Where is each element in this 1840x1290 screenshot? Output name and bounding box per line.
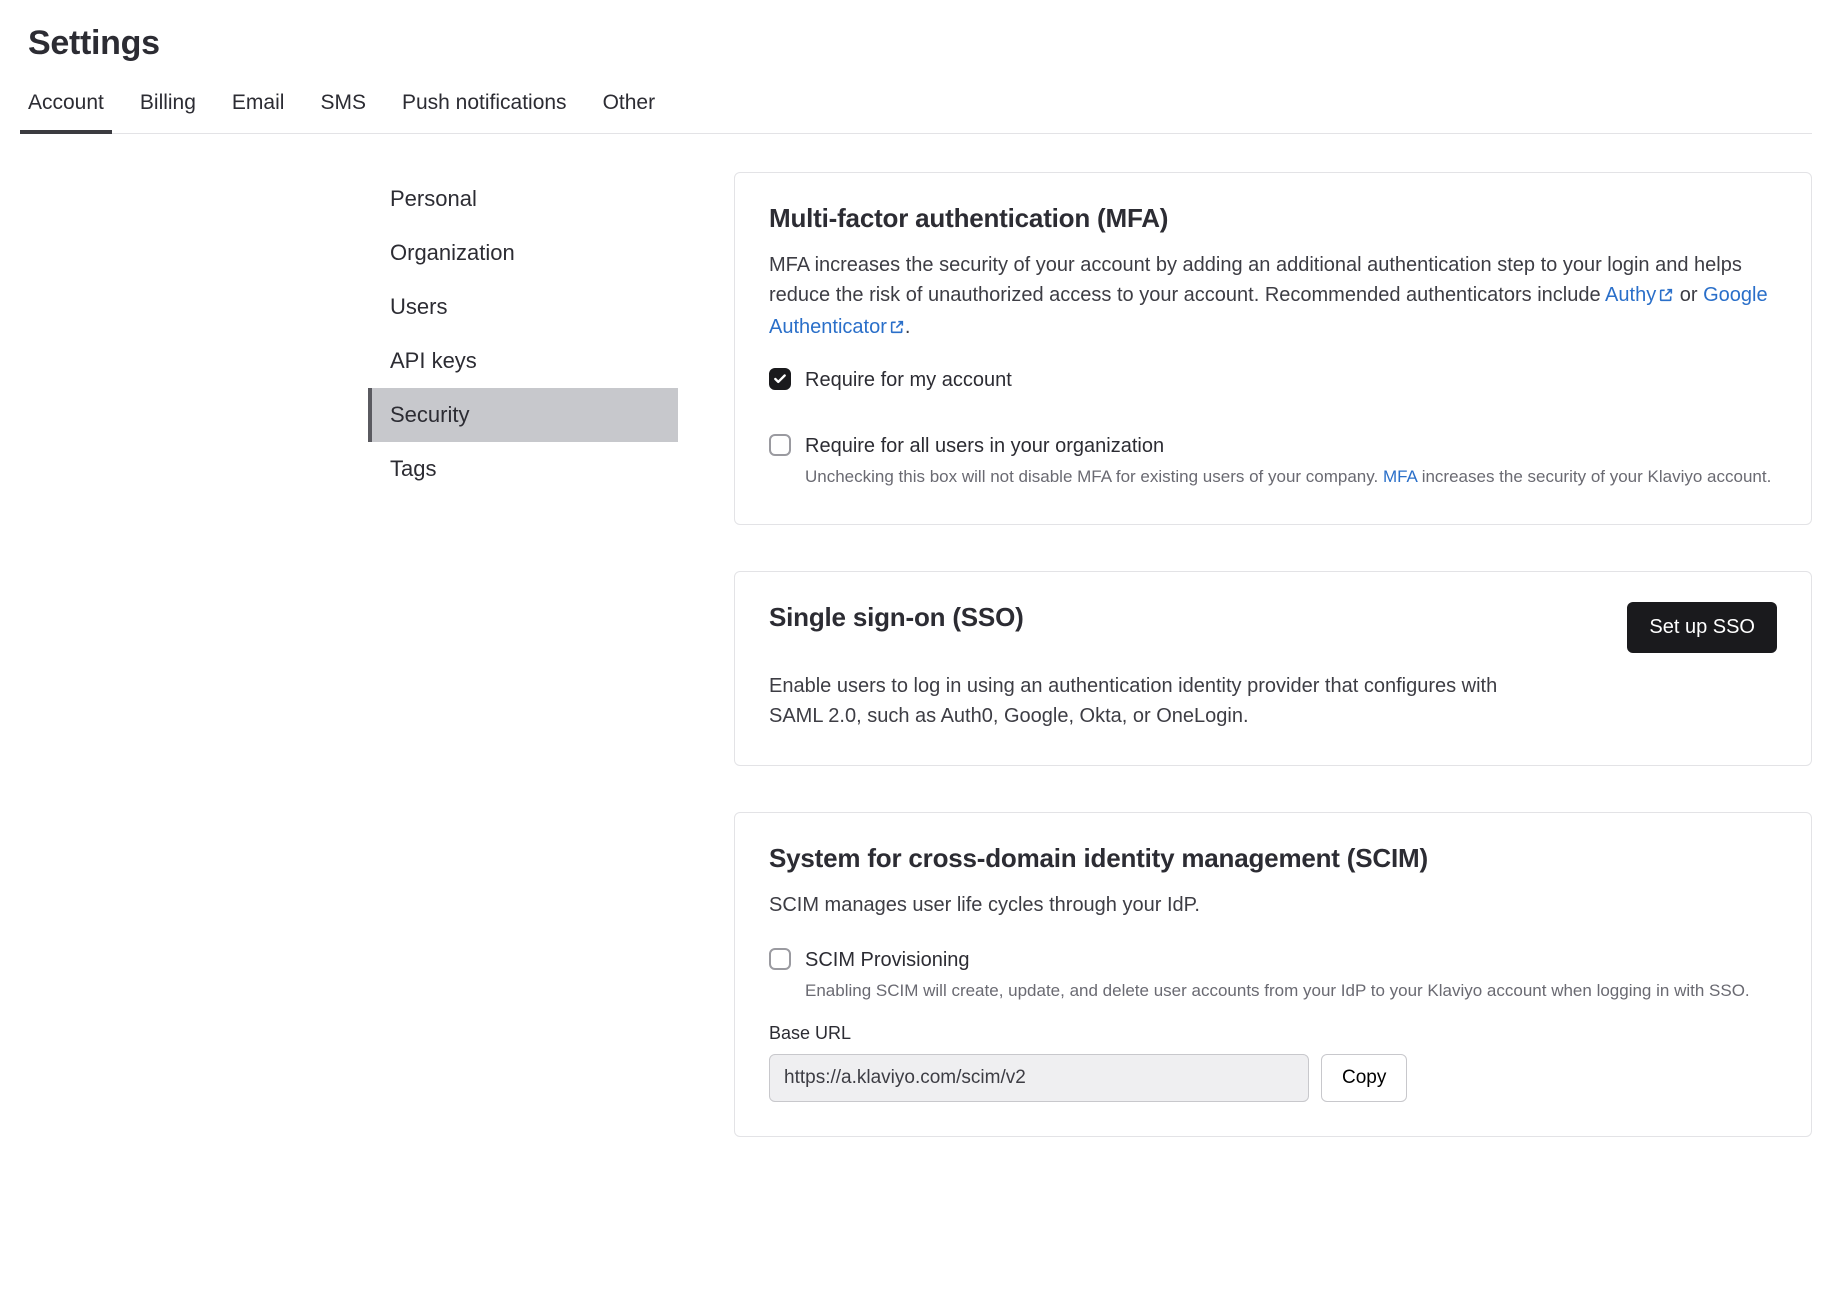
- require-my-account-label: Require for my account: [805, 366, 1012, 394]
- sso-card: Single sign-on (SSO) Set up SSO Enable u…: [734, 571, 1812, 766]
- base-url-label: Base URL: [769, 1023, 1777, 1044]
- scim-heading: System for cross-domain identity managem…: [769, 843, 1777, 874]
- scim-provisioning-subtext: Enabling SCIM will create, update, and d…: [805, 978, 1750, 1004]
- sidebar-item-personal[interactable]: Personal: [368, 172, 678, 226]
- sidebar-item-security[interactable]: Security: [368, 388, 678, 442]
- mfa-desc-suffix: .: [905, 316, 911, 338]
- external-link-icon: [889, 314, 905, 344]
- sidebar-item-organization[interactable]: Organization: [368, 226, 678, 280]
- authy-link[interactable]: Authy: [1605, 284, 1674, 306]
- tab-account[interactable]: Account: [28, 91, 104, 133]
- sidebar-item-users[interactable]: Users: [368, 280, 678, 334]
- tabs: Account Billing Email SMS Push notificat…: [28, 91, 1812, 134]
- require-org-checkbox[interactable]: [769, 434, 791, 456]
- page-title: Settings: [28, 24, 1812, 63]
- scim-provisioning-label: SCIM Provisioning: [805, 946, 1750, 974]
- scim-provisioning-checkbox[interactable]: [769, 948, 791, 970]
- tab-billing[interactable]: Billing: [140, 91, 196, 133]
- scim-card: System for cross-domain identity managem…: [734, 812, 1812, 1138]
- mfa-desc-or: or: [1680, 284, 1703, 306]
- tab-sms[interactable]: SMS: [320, 91, 366, 133]
- mfa-description: MFA increases the security of your accou…: [769, 250, 1777, 344]
- mfa-card: Multi-factor authentication (MFA) MFA in…: [734, 172, 1812, 525]
- mfa-heading: Multi-factor authentication (MFA): [769, 203, 1777, 234]
- copy-button[interactable]: Copy: [1321, 1054, 1407, 1102]
- setup-sso-button[interactable]: Set up SSO: [1627, 602, 1777, 653]
- require-org-label: Require for all users in your organizati…: [805, 432, 1771, 460]
- tab-email[interactable]: Email: [232, 91, 285, 133]
- mfa-desc-text: MFA increases the security of your accou…: [769, 254, 1742, 306]
- require-org-subtext: Unchecking this box will not disable MFA…: [805, 464, 1771, 490]
- scim-description: SCIM manages user life cycles through yo…: [769, 890, 1777, 920]
- sidebar-item-tags[interactable]: Tags: [368, 442, 678, 496]
- external-link-icon: [1658, 282, 1674, 312]
- base-url-input[interactable]: [769, 1054, 1309, 1102]
- sidebar: Personal Organization Users API keys Sec…: [368, 172, 678, 1137]
- sso-heading: Single sign-on (SSO): [769, 602, 1603, 633]
- sso-description: Enable users to log in using an authenti…: [769, 671, 1529, 731]
- tab-push-notifications[interactable]: Push notifications: [402, 91, 567, 133]
- mfa-help-link[interactable]: MFA: [1383, 467, 1417, 486]
- tab-other[interactable]: Other: [603, 91, 656, 133]
- require-my-account-checkbox[interactable]: [769, 368, 791, 390]
- sidebar-item-api-keys[interactable]: API keys: [368, 334, 678, 388]
